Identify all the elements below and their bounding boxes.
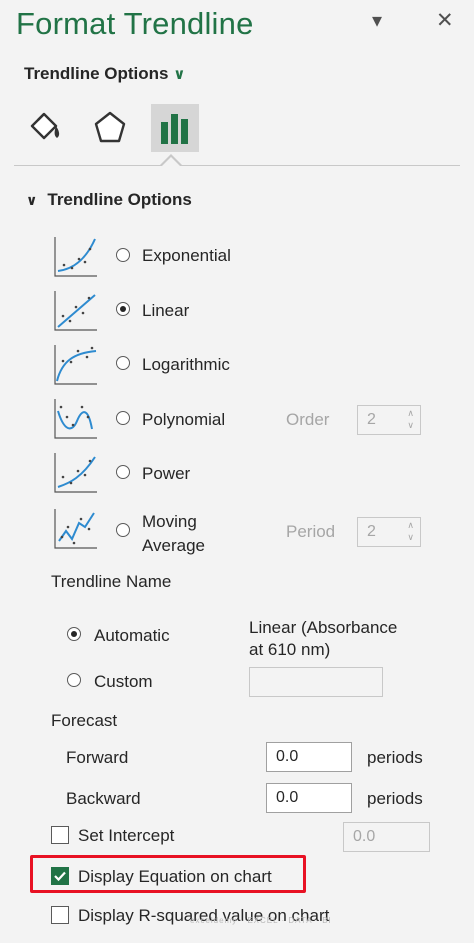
highlight-box [30, 855, 306, 893]
label-linear: Linear [142, 301, 190, 320]
watermark: exceldemy · EXCEL · DATA · BI [190, 916, 332, 925]
automatic-name-line1: Linear (Absorbance [249, 618, 398, 637]
label-exponential: Exponential [142, 246, 231, 265]
custom-name-input[interactable] [249, 667, 383, 697]
order-label: Order [286, 410, 330, 429]
radio-name-custom[interactable] [67, 673, 81, 687]
radio-logarithmic[interactable] [116, 356, 130, 370]
label-logarithmic: Logarithmic [142, 355, 230, 374]
forecast-heading: Forecast [51, 711, 118, 730]
forward-input[interactable]: 0.0 [266, 742, 352, 772]
backward-unit: periods [367, 789, 423, 808]
tab-trendline-options[interactable] [151, 104, 199, 152]
divider [14, 165, 460, 166]
period-value: 2 [367, 523, 376, 540]
pentagon-icon [94, 111, 126, 143]
label-name-custom: Custom [94, 672, 153, 691]
options-dropdown[interactable]: Trendline Options ∨ [24, 64, 185, 84]
display-rsquared-checkbox[interactable] [51, 906, 69, 924]
radio-moving-average[interactable] [116, 523, 130, 537]
period-label: Period [286, 522, 336, 541]
pane-title: Format Trendline [16, 6, 254, 41]
task-pane-options-icon[interactable]: ▾ [372, 8, 382, 33]
bar-chart-icon [161, 114, 188, 144]
backward-value: 0.0 [276, 789, 299, 806]
forward-label: Forward [66, 748, 129, 767]
spinner-arrows-icon[interactable]: ∧ ∨ [407, 407, 414, 431]
forward-value: 0.0 [276, 748, 299, 765]
power-trend-icon [54, 453, 97, 493]
logarithmic-trend-icon [54, 345, 97, 385]
radio-exponential[interactable] [116, 248, 130, 262]
label-moving-average-line2: Average [142, 536, 206, 555]
trendline-name-heading: Trendline Name [51, 572, 172, 591]
label-power: Power [142, 464, 191, 483]
period-spinner[interactable]: 2 ∧ ∨ [357, 517, 421, 547]
radio-power[interactable] [116, 465, 130, 479]
chevron-down-icon: ∨ [26, 192, 38, 208]
radio-polynomial[interactable] [116, 411, 130, 425]
backward-input[interactable]: 0.0 [266, 783, 352, 813]
order-spinner[interactable]: 2 ∧ ∨ [357, 405, 421, 435]
tab-fill-line[interactable] [20, 104, 68, 152]
section-title: Trendline Options [47, 190, 192, 209]
automatic-name-value: Linear (Absorbance at 610 nm) [249, 617, 397, 661]
forward-unit: periods [367, 748, 423, 767]
exponential-trend-icon [54, 237, 97, 277]
label-polynomial: Polynomial [142, 410, 226, 429]
automatic-name-line2: at 610 nm) [249, 640, 331, 659]
order-value: 2 [367, 411, 376, 428]
close-icon[interactable]: ✕ [436, 8, 454, 33]
chevron-down-icon: ∨ [173, 66, 186, 83]
polynomial-trend-icon [54, 399, 97, 439]
intercept-value: 0.0 [353, 828, 376, 845]
label-moving-average-line1: Moving [142, 512, 197, 531]
radio-linear[interactable] [116, 302, 130, 316]
set-intercept-label: Set Intercept [78, 826, 175, 845]
set-intercept-checkbox[interactable] [51, 826, 69, 844]
tab-effects[interactable] [86, 104, 134, 152]
backward-label: Backward [66, 789, 141, 808]
spinner-arrows-icon[interactable]: ∧ ∨ [407, 519, 414, 543]
label-name-automatic: Automatic [94, 626, 170, 645]
paint-bucket-icon [30, 112, 60, 140]
linear-trend-icon [54, 291, 97, 331]
label-moving-average: Moving Average [142, 510, 205, 558]
moving-average-trend-icon [54, 509, 97, 549]
radio-name-automatic[interactable] [67, 627, 81, 641]
section-trendline-options[interactable]: ∨ Trendline Options [26, 190, 192, 210]
options-dropdown-label: Trendline Options [24, 64, 169, 83]
intercept-input[interactable]: 0.0 [343, 822, 430, 852]
tab-pointer-inner [162, 157, 180, 166]
